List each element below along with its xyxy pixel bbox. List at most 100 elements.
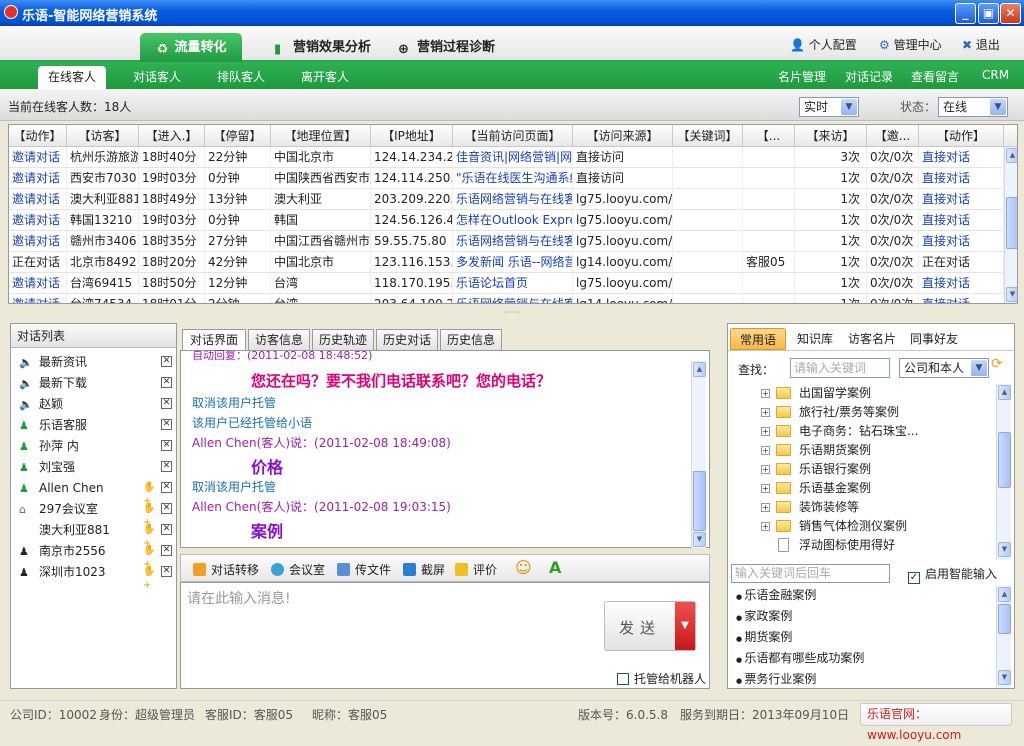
close-conversation-icon[interactable]: ✕ [161, 545, 172, 556]
action-link[interactable]: 直接对话 [919, 273, 1004, 294]
conversation-item[interactable]: ♟ 刘宝强 ✕ [11, 457, 176, 478]
scroll-down-icon[interactable]: ▼ [1006, 287, 1017, 302]
chat-message[interactable]: 该用户已经托管给小语 [192, 414, 312, 431]
conversation-item[interactable]: 🔈 最新资讯 ✕ [11, 352, 176, 373]
scroll-down-icon[interactable]: ▼ [998, 670, 1011, 685]
close-window-button[interactable]: ✕ [1000, 3, 1021, 24]
column-header[interactable]: 【关键词】 [673, 125, 743, 147]
conversation-item[interactable]: 🔈 最新下载 ✕ [11, 373, 176, 394]
keyword-input[interactable]: 输入关键词后回车 [731, 564, 890, 583]
table-row[interactable]: 邀请对话 赣州市3406 18时35分 27分钟 中国江西省赣州市 59.55.75.80… [9, 231, 1004, 252]
admin-center-link[interactable]: ⚙ 管理中心 [879, 36, 942, 53]
refresh-mode-select[interactable]: 实时 ▼ [799, 97, 859, 117]
scroll-up-icon[interactable]: ▲ [1006, 148, 1017, 163]
send-button[interactable]: 发送 ▼ [604, 601, 696, 651]
action-link[interactable]: 邀请对话 [9, 273, 67, 294]
action-link[interactable]: 邀请对话 [9, 231, 67, 252]
expand-icon[interactable]: + [761, 522, 770, 531]
expand-icon[interactable]: + [761, 389, 770, 398]
close-conversation-icon[interactable]: ✕ [161, 356, 172, 367]
action-link[interactable]: 邀请对话 [9, 210, 67, 231]
phrase-item[interactable]: ● 乐语都有哪些成功案例 [736, 648, 864, 669]
chat-message[interactable]: 取消该用户托管 [192, 394, 276, 411]
column-header[interactable]: 【访问来源】 [573, 125, 673, 147]
font-icon[interactable]: A [549, 558, 561, 577]
card-management-link[interactable]: 名片管理 [778, 68, 826, 85]
chat-scrollbar[interactable]: ▲ ▼ [691, 361, 706, 548]
conversation-item[interactable]: 🔈 赵颖 ✕ [11, 394, 176, 415]
chat-message[interactable]: 取消该用户托管 [192, 478, 276, 495]
table-row[interactable]: 邀请对话韩国1321019时03分0分钟韩国124.56.126.44怎样在Ou… [9, 210, 1004, 231]
table-cell[interactable]: 乐语论坛首页 [453, 273, 573, 294]
table-row[interactable]: 正在对话北京市849218时20分42分钟中国北京市123.116.153.1多… [9, 252, 1004, 273]
close-conversation-icon[interactable]: ✕ [161, 524, 172, 535]
minimize-button[interactable]: _ [955, 3, 976, 24]
column-header[interactable]: 【IP地址】 [371, 125, 453, 147]
table-cell[interactable]: 乐语网络营销与在线客 [453, 231, 573, 252]
chat-records-link[interactable]: 对话记录 [845, 68, 893, 85]
view-messages-link[interactable]: 查看留言 [911, 68, 959, 85]
robot-hosting-checkbox[interactable]: 托管给机器人 [617, 670, 706, 687]
send-file-button[interactable]: 传文件 [337, 561, 391, 578]
close-conversation-icon[interactable]: ✕ [161, 398, 172, 409]
table-row[interactable]: 邀请对话 台湾74534 18时01分 2分钟 台湾 203.64.100.2 乐语网络营销… [9, 294, 1004, 303]
hand-icon[interactable]: ✋+ [143, 565, 159, 591]
column-header[interactable]: 【进入.】 [139, 125, 205, 147]
expand-icon[interactable]: + [761, 503, 770, 512]
action-link[interactable]: 邀请对话 [9, 168, 67, 189]
logout-link[interactable]: ✖ 退出 [962, 36, 1000, 53]
action-link[interactable]: 直接对话 [919, 231, 1004, 252]
tab-common-phrases[interactable]: 常用语 [730, 328, 786, 350]
close-conversation-icon[interactable]: ✕ [161, 419, 172, 430]
hand-icon[interactable]: ✋+ [143, 502, 159, 528]
conversation-item[interactable]: ♟ 深圳市1023 ✋+ ✕ [11, 562, 176, 591]
action-link[interactable]: 直接对话 [919, 147, 1004, 168]
action-link[interactable]: 邀请对话 [9, 294, 67, 303]
close-conversation-icon[interactable]: ✕ [161, 482, 172, 493]
column-header[interactable]: 【动作】 [9, 125, 67, 147]
table-scrollbar[interactable]: ▲ ▼ [1004, 147, 1017, 303]
action-link[interactable]: 邀请对话 [9, 189, 67, 210]
status-select[interactable]: 在线 ▼ [938, 97, 1008, 117]
phrase-item[interactable]: ● 乐语金融案例 [736, 585, 816, 606]
maximize-button[interactable]: ▣ [978, 3, 999, 24]
close-conversation-icon[interactable]: ✕ [161, 503, 172, 514]
column-header[interactable]: 【访客】 [67, 125, 139, 147]
scroll-up-icon[interactable]: ▲ [998, 587, 1011, 602]
screenshot-button[interactable]: 截屏 [403, 561, 445, 578]
phrase-item[interactable]: ● 家政案例 [736, 606, 792, 627]
conversation-item[interactable]: ♟ 南京市2556 ✋+ ✕ [11, 541, 176, 570]
scroll-down-icon[interactable]: ▼ [998, 542, 1011, 557]
tab-knowledge-base[interactable]: 知识库 [790, 328, 840, 350]
hand-icon[interactable]: ✋+ [143, 544, 159, 570]
scope-select[interactable]: 公司和本人 ▼ [899, 358, 989, 378]
hand-icon[interactable]: ✋+ [143, 523, 159, 549]
table-row[interactable]: 邀请对话台湾6941518时50分12分钟台湾118.170.195.1乐语论坛… [9, 273, 1004, 294]
hand-icon[interactable]: ✋+ [143, 481, 159, 507]
refresh-icon[interactable]: ⟳ [991, 356, 1003, 372]
column-header[interactable]: 【地理位置】 [271, 125, 371, 147]
phrase-search-input[interactable]: 请输入关键词 [790, 358, 890, 378]
expand-icon[interactable]: + [761, 427, 770, 436]
official-site-link[interactable]: 乐语官网：www.looyu.com [860, 703, 1012, 742]
expand-icon[interactable]: + [761, 446, 770, 455]
scroll-thumb[interactable] [693, 471, 706, 531]
column-header[interactable]: 【... [743, 125, 795, 147]
tab-traffic-conversion[interactable]: ♻ 流量转化 [140, 33, 242, 62]
send-options-icon[interactable]: ▼ [675, 602, 695, 650]
tab-process-diagnosis[interactable]: ⊕ 营销过程诊断 [390, 33, 503, 62]
emoji-icon[interactable]: ☺ [515, 558, 532, 577]
pane-splitter[interactable]: ⋯⋯ [0, 308, 1024, 322]
column-header[interactable]: 【当前访问页面】 [453, 125, 573, 147]
meeting-room-button[interactable]: 会议室 [271, 561, 325, 578]
scroll-up-icon[interactable]: ▲ [998, 385, 1011, 400]
close-conversation-icon[interactable]: ✕ [161, 377, 172, 388]
scroll-thumb[interactable] [998, 604, 1011, 634]
subtab-left-guests[interactable]: 离开客人 [290, 66, 360, 89]
table-cell[interactable]: 乐语网络营销与在线客 [453, 189, 573, 210]
phrase-item[interactable]: ● 票务行业案例 [736, 669, 816, 688]
expand-icon[interactable]: + [761, 484, 770, 493]
expand-icon[interactable]: + [761, 408, 770, 417]
scroll-thumb[interactable] [1006, 197, 1017, 249]
close-conversation-icon[interactable]: ✕ [161, 566, 172, 577]
